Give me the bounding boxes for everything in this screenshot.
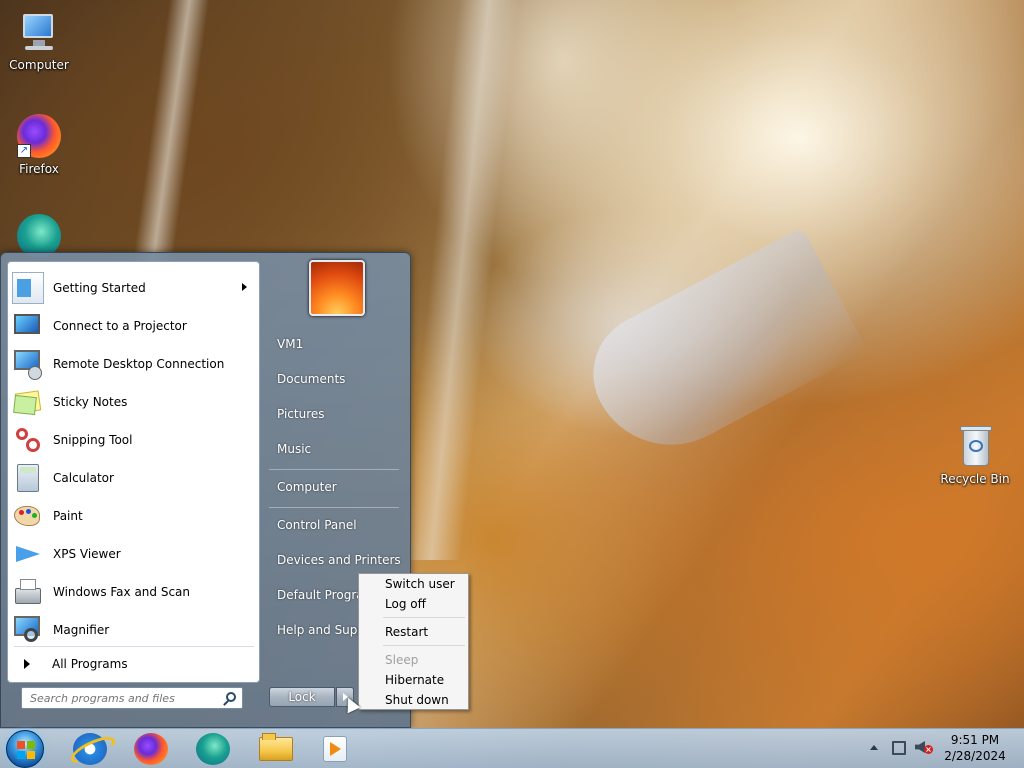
link-label: Music bbox=[277, 442, 312, 456]
menu-item-sleep: Sleep bbox=[385, 653, 419, 667]
program-calculator[interactable]: Calculator bbox=[12, 460, 257, 496]
menu-item-log-off[interactable]: Log off bbox=[361, 594, 466, 614]
desktop-icon-computer[interactable]: Computer bbox=[1, 10, 77, 72]
projector-icon bbox=[12, 310, 44, 342]
shortcut-arrow-icon: ↗ bbox=[17, 144, 31, 158]
divider bbox=[269, 469, 399, 470]
paint-palette-icon bbox=[12, 500, 44, 532]
program-paint[interactable]: Paint bbox=[12, 498, 257, 534]
program-remote-desktop[interactable]: Remote Desktop Connection bbox=[12, 346, 257, 382]
power-options-menu: Switch user Log off Restart Sleep Hibern… bbox=[358, 573, 469, 710]
divider bbox=[269, 507, 399, 508]
getting-started-icon bbox=[12, 272, 44, 304]
program-connect-projector[interactable]: Connect to a Projector bbox=[12, 308, 257, 344]
program-label: Snipping Tool bbox=[53, 433, 133, 447]
media-player-icon[interactable] bbox=[323, 736, 347, 762]
computer-icon bbox=[17, 10, 61, 54]
network-icon[interactable] bbox=[892, 741, 906, 755]
menu-item-restart[interactable]: Restart bbox=[361, 622, 466, 642]
system-clock[interactable]: 9:51 PM 2/28/2024 bbox=[940, 732, 1010, 764]
all-programs-button[interactable]: All Programs bbox=[12, 650, 257, 678]
link-label: Computer bbox=[277, 480, 337, 494]
search-icon[interactable] bbox=[226, 692, 236, 702]
start-link-computer[interactable]: Computer bbox=[269, 472, 405, 502]
file-explorer-icon[interactable] bbox=[259, 733, 293, 761]
program-label: Connect to a Projector bbox=[53, 319, 187, 333]
search-input[interactable] bbox=[22, 688, 212, 708]
divider bbox=[14, 646, 254, 647]
link-label: Pictures bbox=[277, 407, 325, 421]
sticky-notes-icon bbox=[12, 386, 44, 418]
all-programs-label: All Programs bbox=[52, 657, 128, 671]
program-label: Remote Desktop Connection bbox=[53, 357, 225, 371]
clock-date: 2/28/2024 bbox=[944, 749, 1006, 763]
wallpaper-sheen bbox=[400, 0, 520, 560]
start-menu-programs-pane: Getting Started Connect to a Projector R… bbox=[7, 261, 260, 683]
paper-plane-icon bbox=[12, 538, 44, 570]
link-label: Devices and Printers bbox=[277, 553, 401, 567]
scissors-icon bbox=[12, 424, 44, 456]
link-label: Documents bbox=[277, 372, 346, 386]
firefox-icon[interactable] bbox=[134, 733, 168, 765]
firefox-icon: ↗ bbox=[17, 114, 61, 158]
muted-badge-icon: × bbox=[924, 745, 933, 754]
user-avatar[interactable] bbox=[309, 260, 365, 316]
program-label: XPS Viewer bbox=[53, 547, 121, 561]
start-link-devices-printers[interactable]: Devices and Printers bbox=[269, 545, 405, 575]
program-label: Getting Started bbox=[53, 281, 146, 295]
link-label: Control Panel bbox=[277, 518, 357, 532]
start-link-control-panel[interactable]: Control Panel bbox=[269, 510, 405, 540]
program-label: Magnifier bbox=[53, 623, 110, 637]
program-label: Sticky Notes bbox=[53, 395, 128, 409]
wallpaper-sheen bbox=[572, 227, 868, 473]
divider bbox=[383, 645, 465, 646]
link-label: VM1 bbox=[277, 337, 304, 351]
windows-logo-icon bbox=[17, 741, 35, 759]
magnifier-icon bbox=[12, 614, 44, 646]
lock-button[interactable]: Lock bbox=[269, 687, 335, 707]
program-magnifier[interactable]: Magnifier bbox=[12, 612, 257, 648]
desktop-icon-firefox[interactable]: ↗ Firefox bbox=[1, 114, 77, 176]
remote-desktop-icon bbox=[12, 348, 44, 380]
menu-item-switch-user[interactable]: Switch user bbox=[361, 574, 466, 594]
edge-icon[interactable] bbox=[196, 733, 230, 765]
start-link-pictures[interactable]: Pictures bbox=[269, 399, 405, 429]
start-link-documents[interactable]: Documents bbox=[269, 364, 405, 394]
program-label: Paint bbox=[53, 509, 83, 523]
fax-icon bbox=[12, 576, 44, 608]
clock-time: 9:51 PM bbox=[950, 733, 1000, 747]
start-link-music[interactable]: Music bbox=[269, 434, 405, 464]
program-xps-viewer[interactable]: XPS Viewer bbox=[12, 536, 257, 572]
program-label: Windows Fax and Scan bbox=[53, 585, 191, 599]
recycle-bin-icon bbox=[953, 424, 997, 468]
menu-item-hibernate[interactable]: Hibernate bbox=[361, 670, 466, 690]
taskbar: × 9:51 PM 2/28/2024 bbox=[0, 728, 1024, 768]
divider bbox=[383, 617, 465, 618]
program-snipping-tool[interactable]: Snipping Tool bbox=[12, 422, 257, 458]
program-getting-started[interactable]: Getting Started bbox=[12, 270, 257, 306]
desktop-icon-label: Computer bbox=[9, 58, 69, 72]
start-link-vm1[interactable]: VM1 bbox=[269, 329, 405, 359]
start-button[interactable] bbox=[6, 730, 44, 768]
program-fax-scan[interactable]: Windows Fax and Scan bbox=[12, 574, 257, 610]
desktop-icon-label: Firefox bbox=[19, 162, 59, 176]
program-label: Calculator bbox=[53, 471, 114, 485]
expand-arrow-icon bbox=[24, 659, 30, 669]
internet-explorer-icon[interactable] bbox=[73, 733, 107, 765]
search-box[interactable] bbox=[21, 687, 243, 709]
show-hidden-icons-icon[interactable] bbox=[870, 745, 878, 750]
desktop-icon-recycle-bin[interactable]: Recycle Bin bbox=[937, 424, 1013, 486]
menu-item-shut-down[interactable]: Shut down bbox=[361, 690, 466, 710]
program-sticky-notes[interactable]: Sticky Notes bbox=[12, 384, 257, 420]
desktop-icon-label: Recycle Bin bbox=[940, 472, 1010, 486]
submenu-arrow-icon bbox=[242, 283, 247, 291]
calculator-icon bbox=[12, 462, 44, 494]
start-menu: Getting Started Connect to a Projector R… bbox=[0, 252, 411, 728]
